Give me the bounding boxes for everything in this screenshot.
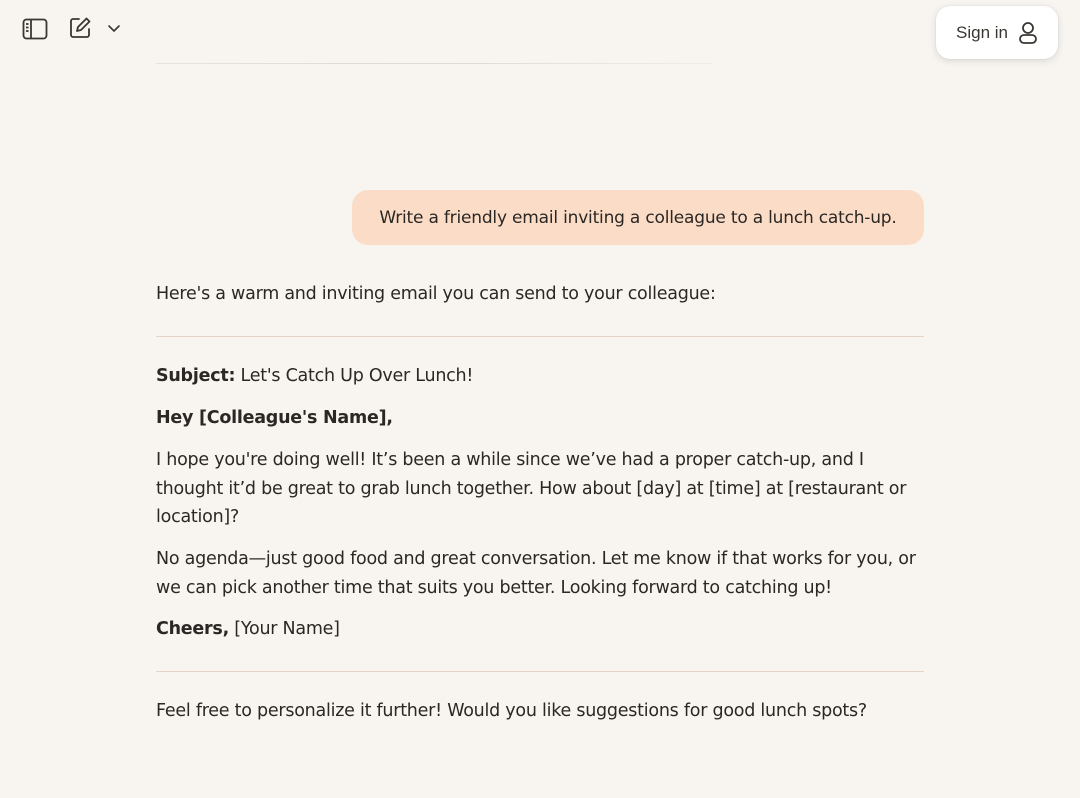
sign-in-label: Sign in: [956, 22, 1008, 42]
sidebar-toggle-icon: [22, 18, 48, 40]
new-chat-button[interactable]: [65, 13, 95, 43]
model-dropdown-button[interactable]: [104, 18, 124, 38]
compose-icon: [70, 17, 91, 38]
email-subject-line: Subject: Let's Catch Up Over Lunch!: [156, 362, 924, 391]
top-bar: Sign in: [0, 0, 1080, 64]
assistant-intro: Here's a warm and inviting email you can…: [156, 284, 716, 304]
email-signoff: Cheers, [Your Name]: [156, 615, 924, 644]
subject-label: Subject:: [156, 366, 236, 386]
signoff-text: [Your Name]: [228, 619, 340, 639]
sidebar-toggle-button[interactable]: [20, 14, 50, 44]
assistant-outro: Feel free to personalize it further! Wou…: [156, 701, 867, 721]
email-paragraph-2: No agenda—just good food and great conve…: [156, 549, 916, 598]
user-icon: [1019, 21, 1037, 44]
divider-top: [156, 336, 924, 337]
signoff-label: Cheers,: [156, 619, 229, 639]
subject-text: Let's Catch Up Over Lunch!: [235, 366, 474, 386]
divider-bottom: [156, 671, 924, 672]
chevron-down-icon: [108, 25, 120, 32]
user-message-bubble: Write a friendly email inviting a collea…: [352, 190, 924, 245]
sign-in-button[interactable]: Sign in: [936, 6, 1058, 59]
email-paragraph-1: I hope you're doing well! It’s been a wh…: [156, 450, 907, 527]
email-greeting: Hey [Colleague's Name],: [156, 408, 393, 428]
user-message-text: Write a friendly email inviting a collea…: [379, 207, 897, 228]
header-divider: [156, 63, 712, 64]
